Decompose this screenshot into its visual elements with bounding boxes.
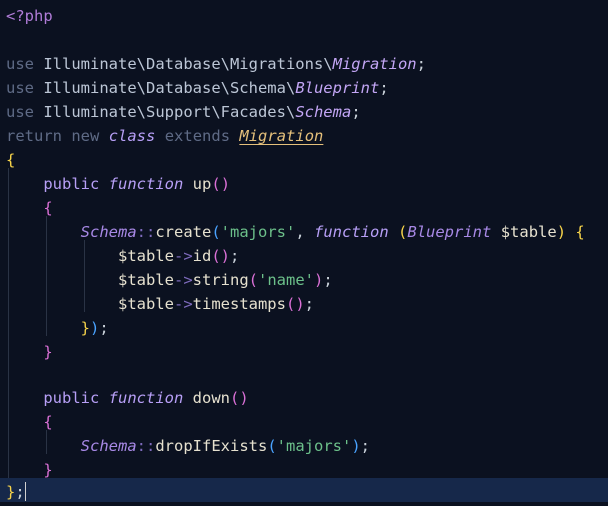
keyword-function: function [314,223,389,241]
open-paren: ( [398,223,408,241]
method-name: dropIfExists [155,437,268,455]
open-brace: { [575,223,585,241]
code-line-6: return new class extends Migration [6,124,323,148]
open-brace: { [6,151,16,169]
variable: $table [117,247,174,265]
semicolon: ; [360,437,370,455]
code-line-8: public function up() [6,172,230,196]
comma: , [295,223,305,241]
code-line-5: use Illuminate\Support\Facades\Schema; [6,100,361,124]
code-line-10: Schema::create('majors', function (Bluep… [6,220,585,244]
open-paren: ( [248,271,258,289]
code-line-12: $table->string('name'); [6,268,333,292]
code-line-13: $table->timestamps(); [6,292,314,316]
code-line-20: } [6,458,53,482]
close-brace: } [6,483,16,501]
variable: $table [117,271,174,289]
method-name: timestamps [192,295,286,313]
keyword-class: class [108,127,156,145]
method-name: id [192,247,212,265]
keyword-new: new [71,127,100,145]
code-line-21: }; [6,480,27,504]
code-line-17: public function down() [6,386,249,410]
code-line-3: use Illuminate\Database\Migrations\Migra… [6,52,426,76]
keyword-extends: extends [164,127,231,145]
class-name: Schema [80,437,137,455]
close-paren: ) [351,437,361,455]
semicolon: ; [379,79,389,97]
string-literal: 'majors' [276,437,352,455]
code-line-7: { [6,148,15,172]
namespace-path: Illuminate\Database\Schema\ [43,79,296,97]
namespace-path: Illuminate\Database\Migrations\ [43,55,333,73]
variable: $table [117,295,174,313]
keyword-function: function [108,389,184,407]
method-name: down [192,389,230,407]
string-literal: 'majors' [220,223,296,241]
code-line-18: { [6,410,53,434]
close-paren: ) [556,223,567,241]
parens: () [285,295,305,313]
open-paren: ( [211,223,221,241]
code-line-4: use Illuminate\Database\Schema\Blueprint… [6,76,389,100]
code-editor[interactable]: <?php use Illuminate\Database\Migrations… [0,0,608,506]
text-cursor [24,482,27,501]
semicolon: ; [323,271,333,289]
keyword-function: function [108,175,184,193]
keyword-use: use [6,55,34,73]
parent-class-name: Migration [239,127,324,145]
keyword-use: use [6,103,34,121]
code-line-19: Schema::dropIfExists('majors'); [6,434,370,458]
close-brace: } [80,319,90,337]
type-hint: Blueprint [407,223,492,241]
scope-operator: :: [136,437,156,455]
close-paren: ) [314,271,324,289]
open-paren: ( [230,389,240,407]
code-line-15: } [6,340,53,364]
code-line-14: }); [6,316,109,340]
arrow-operator: -> [173,295,193,313]
parens: () [211,247,230,265]
semicolon: ; [99,319,109,337]
close-paren: ) [220,175,231,193]
method-name: create [155,223,212,241]
php-open-tag: <?php [6,7,53,25]
scope-operator: :: [136,223,156,241]
string-literal: 'name' [258,271,314,289]
open-brace: { [43,413,53,431]
semicolon: ; [351,103,361,121]
keyword-use: use [6,79,34,97]
method-name: up [192,175,212,193]
code-line-11: $table->id(); [6,244,239,268]
close-brace: } [43,343,53,361]
method-name: string [192,271,249,289]
close-brace: } [43,461,53,479]
variable: $table [500,223,557,241]
semicolon: ; [15,483,25,501]
close-paren: ) [239,389,249,407]
close-paren: ) [90,319,100,337]
open-paren: ( [267,437,277,455]
keyword-public: public [43,389,100,407]
namespace-path: Illuminate\Support\Facades\ [43,103,296,121]
semicolon: ; [230,247,240,265]
class-name: Blueprint [295,79,380,97]
code-line-9: { [6,196,53,220]
semicolon: ; [416,55,426,73]
arrow-operator: -> [173,247,193,265]
class-name: Migration [332,55,417,73]
class-name: Schema [295,103,352,121]
open-brace: { [43,199,53,217]
current-line-highlight [0,478,608,502]
class-name: Schema [80,223,137,241]
open-paren: ( [211,175,221,193]
keyword-return: return [6,127,62,145]
arrow-operator: -> [173,271,193,289]
keyword-public: public [43,175,100,193]
code-line-1: <?php [6,4,53,28]
semicolon: ; [304,295,314,313]
